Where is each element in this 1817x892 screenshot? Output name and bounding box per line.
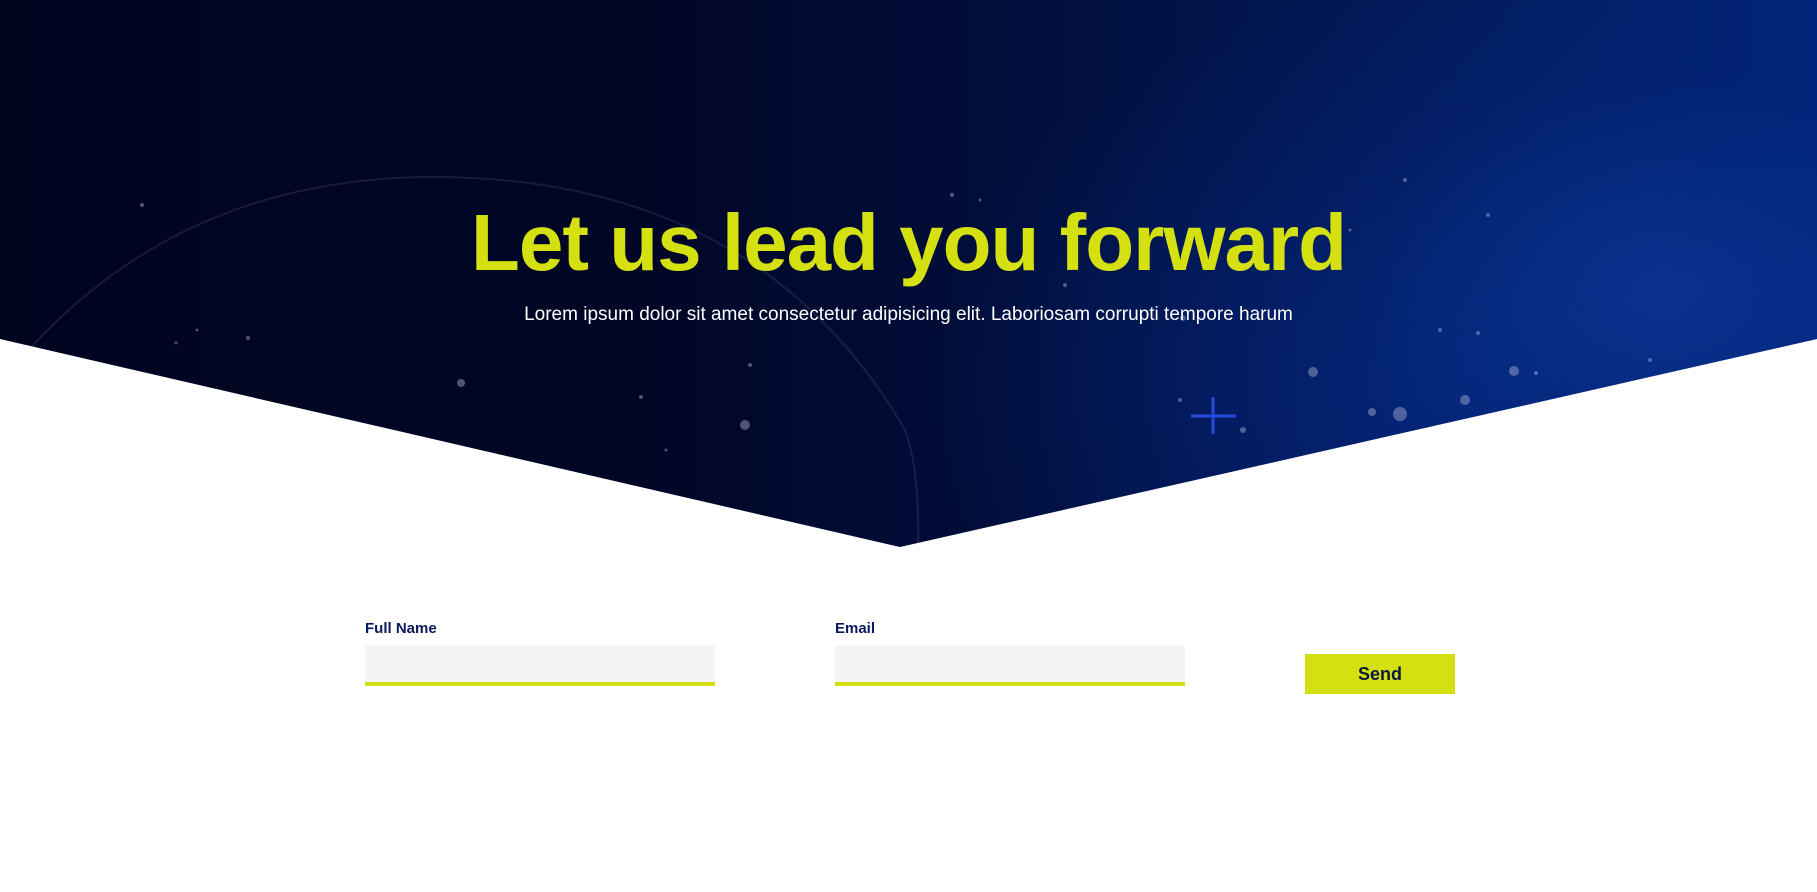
plus-sparkle-icon [1191, 397, 1236, 434]
email-input[interactable] [835, 646, 1185, 686]
hero-title: Let us lead you forward [471, 198, 1347, 287]
full-name-label: Full Name [365, 620, 437, 637]
page: Let us lead you forward Lorem ipsum dolo… [0, 0, 1817, 892]
contact-form: Full Name Email Send [0, 620, 1817, 720]
full-name-field: Full Name [365, 620, 715, 686]
hero-banner: Let us lead you forward Lorem ipsum dolo… [0, 0, 1817, 547]
hero-subtitle: Lorem ipsum dolor sit amet consectetur a… [524, 304, 1293, 325]
email-label: Email [835, 620, 876, 637]
email-field: Email [835, 620, 1185, 686]
full-name-input[interactable] [365, 646, 715, 686]
send-button[interactable]: Send [1305, 654, 1455, 694]
